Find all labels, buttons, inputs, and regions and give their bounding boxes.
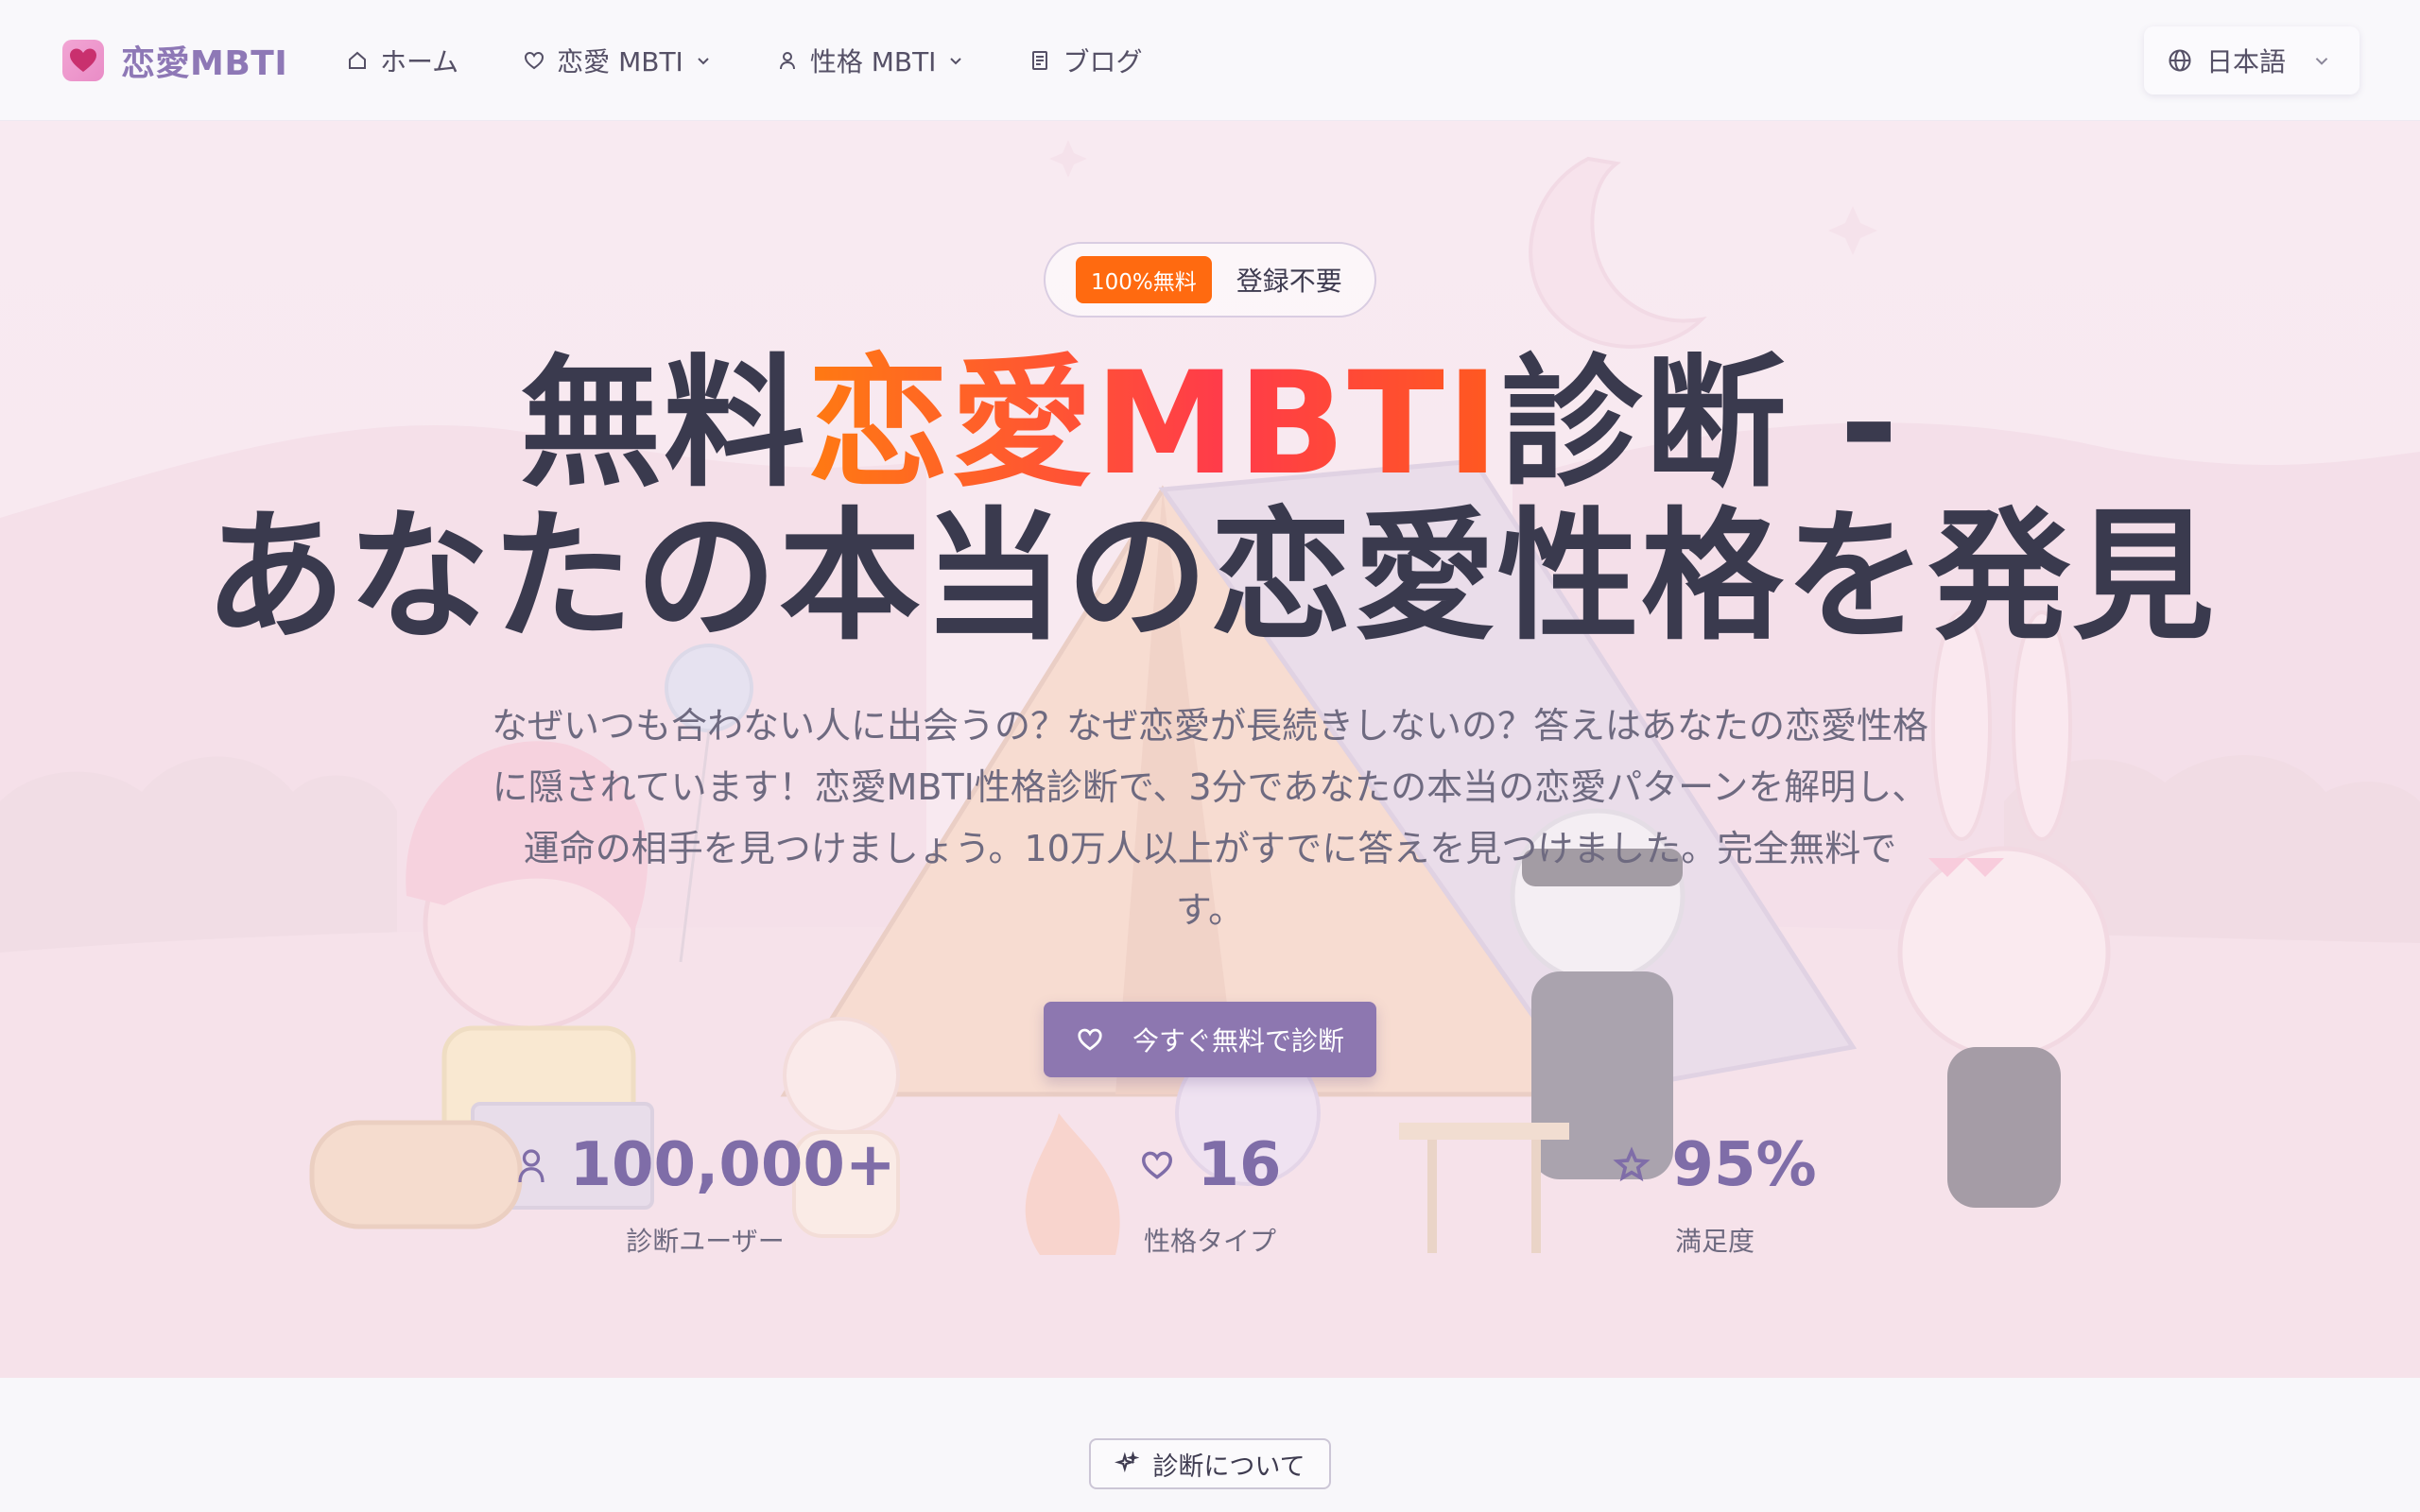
stat-satisfaction-label: 満足度 xyxy=(1674,1226,1754,1257)
chevron-down-icon xyxy=(698,58,709,65)
language-label: 日本語 xyxy=(2206,46,2287,77)
about-diagnosis-tag: 診断について xyxy=(1089,1438,1331,1489)
nav-blog-label: ブログ xyxy=(1063,46,1143,77)
brand-logo-link[interactable]: 恋愛MBTI xyxy=(62,36,287,85)
nav-personality-mbti-label: 性格 MBTI xyxy=(809,46,937,77)
stat-users-value: 100,000+ xyxy=(569,1130,896,1200)
heart-icon xyxy=(525,51,544,70)
cta-label: 今すぐ無料で診断 xyxy=(1132,1025,1344,1057)
hero-section: 100%無料 登録不要 無料恋愛MBTI診断 - あなたの本当の恋愛性格を発見 … xyxy=(0,121,2420,1378)
title-line2: あなたの本当の恋愛性格を発見 xyxy=(203,495,2216,660)
stat-types: 16 性格タイプ xyxy=(974,1130,1446,1259)
top-navigation-bar: 恋愛MBTI ホーム 恋愛 MBTI 性格 MBTI ブログ 日本語 xyxy=(0,0,2420,121)
hero-title: 無料恋愛MBTI診断 - あなたの本当の恋愛性格を発見 xyxy=(0,348,2420,654)
home-icon xyxy=(349,51,366,69)
globe-icon xyxy=(2169,49,2191,72)
heart-icon xyxy=(1142,1151,1173,1179)
stat-users-label: 診断ユーザー xyxy=(626,1226,785,1257)
title-suffix: 診断 - xyxy=(1500,342,1901,507)
nav-home[interactable]: ホーム xyxy=(346,42,458,79)
main-nav: ホーム 恋愛 MBTI 性格 MBTI ブログ xyxy=(346,0,1206,121)
stat-users: 100,000+ 診断ユーザー xyxy=(469,1130,942,1259)
chevron-down-icon xyxy=(2315,58,2328,65)
star-icon xyxy=(1613,1146,1651,1182)
stat-types-value: 16 xyxy=(1197,1130,1282,1200)
nav-personality-mbti[interactable]: 性格 MBTI xyxy=(776,42,965,79)
user-icon xyxy=(779,52,795,70)
sparkle-icon xyxy=(1115,1452,1140,1473)
nav-home-label: ホーム xyxy=(380,46,459,77)
nav-love-mbti[interactable]: 恋愛 MBTI xyxy=(523,42,712,79)
heart-logo-icon xyxy=(62,40,104,81)
nav-love-mbti-label: 恋愛 MBTI xyxy=(557,46,683,77)
no-registration-text: 登録不要 xyxy=(1236,266,1342,297)
about-tag-label: 診断について xyxy=(1152,1452,1305,1482)
stat-types-label: 性格タイプ xyxy=(1143,1226,1276,1257)
stat-satisfaction-value: 95% xyxy=(1671,1130,1817,1200)
user-icon xyxy=(518,1149,545,1183)
about-section: 診断について xyxy=(0,1378,2420,1512)
title-accent: 恋愛MBTI xyxy=(806,342,1501,507)
hero-description: なぜいつも合わない人に出会うの？なぜ恋愛が長続きしないの？答えはあなたの恋愛性格… xyxy=(492,705,1929,931)
free-pill: 100%無料 xyxy=(1076,256,1212,303)
language-selector[interactable]: 日本語 xyxy=(2144,26,2360,94)
free-badge: 100%無料 登録不要 xyxy=(1044,242,1376,318)
title-prefix: 無料 xyxy=(519,342,807,507)
brand-name: 恋愛MBTI xyxy=(121,44,288,83)
start-diagnosis-button[interactable]: 今すぐ無料で診断 xyxy=(1044,1002,1376,1077)
heart-icon xyxy=(1078,1028,1102,1051)
nav-blog[interactable]: ブログ xyxy=(1028,42,1142,79)
document-icon xyxy=(1032,51,1048,70)
stat-satisfaction: 95% 満足度 xyxy=(1478,1130,1951,1259)
chevron-down-icon xyxy=(950,58,962,65)
